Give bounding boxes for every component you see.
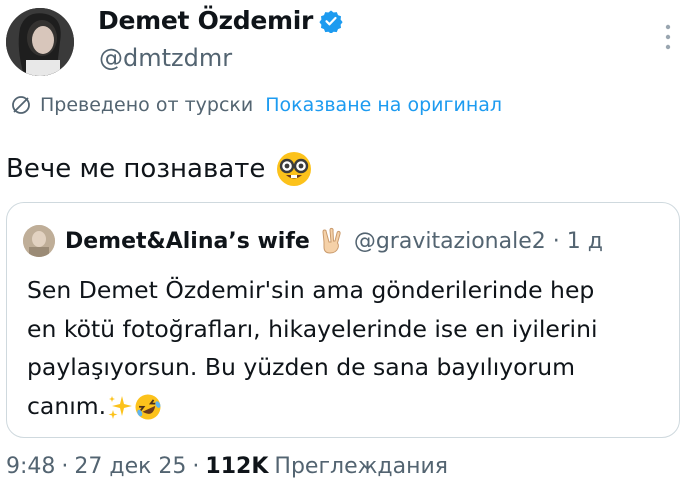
translate-icon: [12, 96, 30, 114]
quote-author-avatar[interactable]: [23, 225, 55, 257]
victory-hand-icon: [322, 227, 341, 254]
quoted-tweet-card[interactable]: Demet&Alina’s wife @gravitazionale2 · 1 …: [6, 202, 680, 438]
separator-dot: ·: [61, 454, 69, 479]
more-options-icon[interactable]: [664, 22, 672, 52]
views-count: 112K: [205, 454, 269, 479]
views-label: Преглеждания: [274, 454, 449, 479]
author-handle[interactable]: @dmtzdmr: [99, 44, 232, 72]
post-time[interactable]: 9:48: [6, 454, 55, 479]
show-original-link[interactable]: Показване на оригинал: [265, 94, 502, 116]
nerd-face-icon: [277, 152, 312, 186]
author-avatar[interactable]: [6, 8, 74, 76]
author-name[interactable]: Demet Özdemir: [98, 6, 313, 35]
post-date[interactable]: 27 дек 25: [74, 454, 186, 479]
separator-dot: ·: [192, 454, 200, 479]
quote-time[interactable]: 1 д: [567, 229, 603, 254]
translated-from-label: Преведено от турски: [40, 94, 254, 116]
rolling-laughing-icon: [135, 394, 161, 420]
quote-author-name[interactable]: Demet&Alina’s wife: [65, 229, 310, 254]
sparkles-icon: [108, 396, 133, 419]
verified-badge-icon: [319, 10, 343, 33]
tweet-text: Вече ме познавате: [6, 154, 266, 184]
separator-dot: ·: [552, 228, 567, 254]
quote-author-handle[interactable]: @gravitazionale2: [354, 229, 546, 254]
